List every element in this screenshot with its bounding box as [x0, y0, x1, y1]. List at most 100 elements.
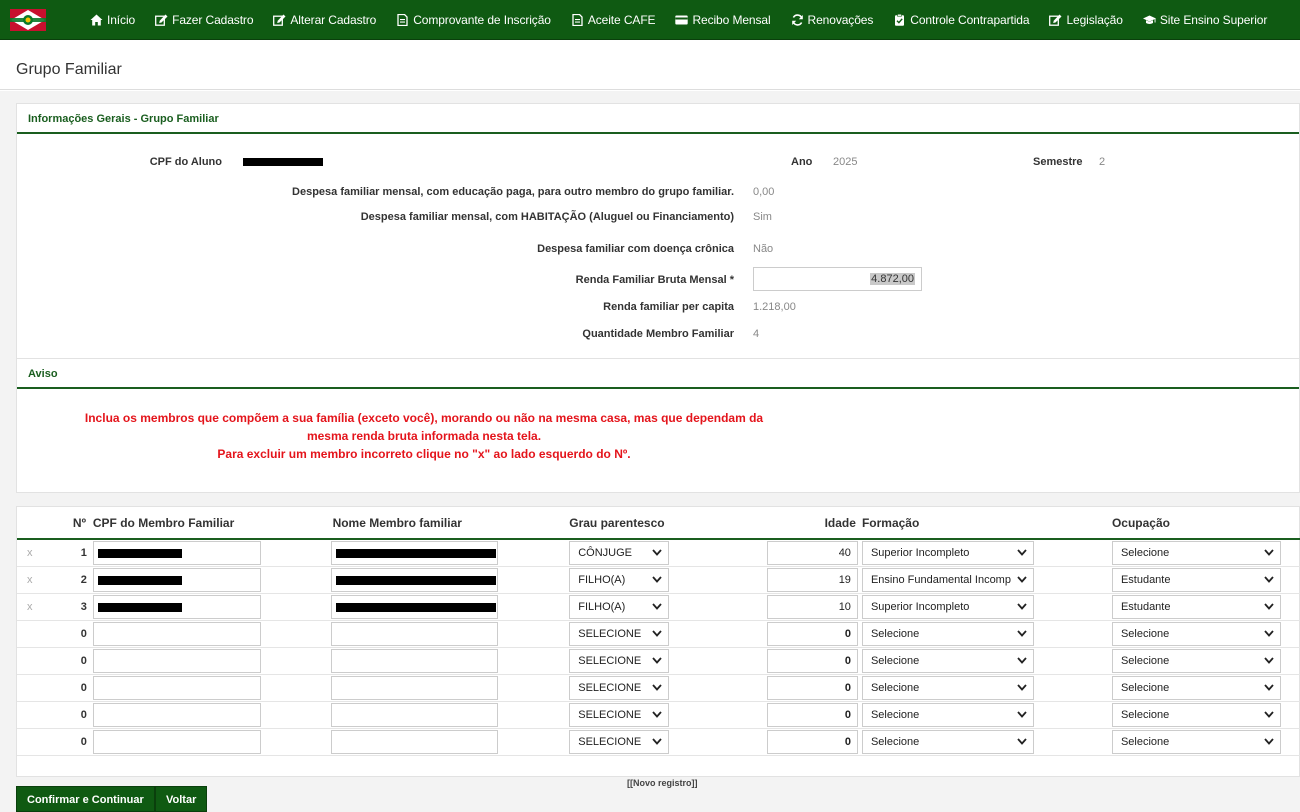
member-nome-input[interactable]	[330, 540, 499, 565]
novo-registro-link[interactable]: [[Novo registro]]	[627, 778, 698, 788]
member-cpf-input[interactable]	[92, 648, 261, 673]
nav-item-inicio[interactable]: Início	[80, 0, 145, 40]
member-nome-input[interactable]	[330, 675, 499, 700]
nav-item-site-ensino-superior[interactable]: Site Ensino Superior	[1133, 0, 1277, 40]
member-grau-select[interactable]: SELECIONE	[569, 621, 670, 646]
delete-member-button[interactable]	[17, 620, 73, 648]
member-cpf-input[interactable]	[92, 675, 261, 700]
member-formacao-select[interactable]: Selecione	[861, 729, 1034, 754]
renda-bruta-value: 4.872,00	[870, 273, 915, 285]
member-nome-input[interactable]	[330, 621, 499, 646]
nav-item-alterar-cadastro[interactable]: Alterar Cadastro	[263, 0, 386, 40]
delete-member-button[interactable]	[17, 701, 73, 729]
renda-per-capita-value: 1.218,00	[753, 301, 796, 313]
nav-item-recibo-mensal[interactable]: Recibo Mensal	[665, 0, 780, 40]
member-num: 2	[72, 566, 93, 594]
delete-member-button[interactable]	[17, 728, 73, 756]
semestre-label: Semestre	[1033, 156, 1083, 168]
member-cpf-input[interactable]	[92, 567, 261, 592]
member-nome-input[interactable]	[330, 594, 499, 619]
member-ocupacao-select[interactable]: Selecione	[1111, 729, 1281, 754]
aviso-line-3: Para excluir um membro incorreto clique …	[217, 447, 631, 461]
aviso-panel: Aviso Inclua os membros que compõem a su…	[16, 359, 1300, 493]
member-ocupacao-select[interactable]: Selecione	[1111, 621, 1281, 646]
member-cpf-input[interactable]	[92, 540, 261, 565]
member-ocupacao-select[interactable]: Selecione	[1111, 648, 1281, 673]
formacao-value: Ensino Fundamental Incomp	[870, 573, 1011, 586]
member-idade-input[interactable]: 0	[767, 702, 858, 727]
chevron-down-icon	[652, 738, 662, 745]
member-ocupacao-select[interactable]: Estudante	[1111, 594, 1281, 619]
member-cpf-input[interactable]	[92, 621, 261, 646]
member-grau-select[interactable]: CÔNJUGE	[569, 540, 670, 565]
confirm-continue-button[interactable]: Confirmar e Continuar	[16, 786, 155, 812]
clipboard-check-icon	[893, 13, 906, 26]
nav-item-comprovante-de-inscricao[interactable]: Comprovante de Inscrição	[386, 0, 561, 40]
nav-item-legislacao[interactable]: Legislação	[1039, 0, 1132, 40]
delete-member-button[interactable]: x	[17, 566, 73, 594]
member-nome-input[interactable]	[330, 648, 499, 673]
member-idade-input[interactable]: 0	[767, 621, 858, 646]
member-idade-input[interactable]: 10	[767, 594, 858, 619]
member-grau-select[interactable]: SELECIONE	[569, 675, 670, 700]
nav-item-label: Alterar Cadastro	[290, 12, 377, 27]
graduation-cap-icon	[1142, 14, 1156, 26]
document-icon	[396, 13, 409, 26]
member-grau-select[interactable]: SELECIONE	[569, 702, 670, 727]
member-idade-input[interactable]: 19	[767, 567, 858, 592]
member-cpf-input[interactable]	[92, 594, 261, 619]
member-formacao-select[interactable]: Selecione	[861, 702, 1034, 727]
chevron-down-icon	[652, 549, 662, 557]
state-flag-logo[interactable]	[0, 0, 56, 40]
member-num: 0	[72, 701, 93, 729]
member-formacao-select[interactable]: Superior Incompleto	[861, 594, 1034, 619]
member-grau-select[interactable]: FILHO(A)	[569, 567, 670, 592]
grau-value: SELECIONE	[578, 735, 642, 748]
member-ocupacao-select[interactable]: Selecione	[1111, 702, 1281, 727]
member-nome-input[interactable]	[330, 702, 499, 727]
member-formacao-select[interactable]: Superior Incompleto	[861, 540, 1034, 565]
chevron-down-icon	[1264, 549, 1274, 557]
member-grau-select[interactable]: SELECIONE	[569, 729, 670, 754]
member-nome-input[interactable]	[330, 567, 499, 592]
member-num: 0	[72, 674, 93, 702]
nav-item-label: Comprovante de Inscrição	[413, 12, 551, 27]
delete-member-button[interactable]	[17, 674, 73, 702]
member-idade-input[interactable]: 0	[767, 729, 858, 754]
member-num: 1	[72, 539, 93, 567]
member-ocupacao-select[interactable]: Selecione	[1111, 675, 1281, 700]
nav-item-fazer-cadastro[interactable]: Fazer Cadastro	[145, 0, 263, 40]
delete-member-button[interactable]: x	[17, 539, 73, 567]
delete-member-button[interactable]	[17, 647, 73, 675]
member-formacao-select[interactable]: Selecione	[861, 648, 1034, 673]
quantidade-membros-value: 4	[753, 328, 760, 340]
member-cpf-input[interactable]	[92, 702, 261, 727]
nav-item-renovacoes[interactable]: Renovações	[781, 0, 884, 40]
ocupacao-value: Selecione	[1120, 735, 1170, 748]
edit-icon	[1049, 14, 1062, 26]
nav-item-label: Fazer Cadastro	[172, 12, 254, 27]
member-nome-input[interactable]	[330, 729, 499, 754]
delete-symbol: x	[27, 600, 33, 613]
member-formacao-select[interactable]: Selecione	[861, 621, 1034, 646]
grau-value: FILHO(A)	[578, 600, 626, 613]
member-idade-input[interactable]: 0	[767, 648, 858, 673]
member-formacao-select[interactable]: Ensino Fundamental Incomp	[861, 567, 1034, 592]
nav-item-controle-contrapartida[interactable]: Controle Contrapartida	[883, 0, 1039, 40]
member-ocupacao-select[interactable]: Estudante	[1111, 567, 1281, 592]
nav-item-aceite-cafe[interactable]: Aceite CAFE	[561, 0, 666, 40]
nome-redacted	[335, 602, 496, 612]
delete-member-button[interactable]: x	[17, 593, 73, 621]
member-grau-select[interactable]: FILHO(A)	[569, 594, 670, 619]
renda-bruta-input[interactable]: 4.872,00	[753, 267, 922, 291]
member-formacao-select[interactable]: Selecione	[861, 675, 1034, 700]
member-grau-select[interactable]: SELECIONE	[569, 648, 670, 673]
member-idade-input[interactable]: 40	[767, 540, 858, 565]
chevron-down-icon	[1017, 549, 1027, 557]
member-cpf-input[interactable]	[92, 729, 261, 754]
back-button[interactable]: Voltar	[155, 786, 208, 812]
member-idade-input[interactable]: 0	[767, 675, 858, 700]
chevron-down-icon	[1264, 684, 1274, 691]
member-ocupacao-select[interactable]: Selecione	[1111, 540, 1281, 565]
chevron-down-icon	[1264, 711, 1274, 718]
